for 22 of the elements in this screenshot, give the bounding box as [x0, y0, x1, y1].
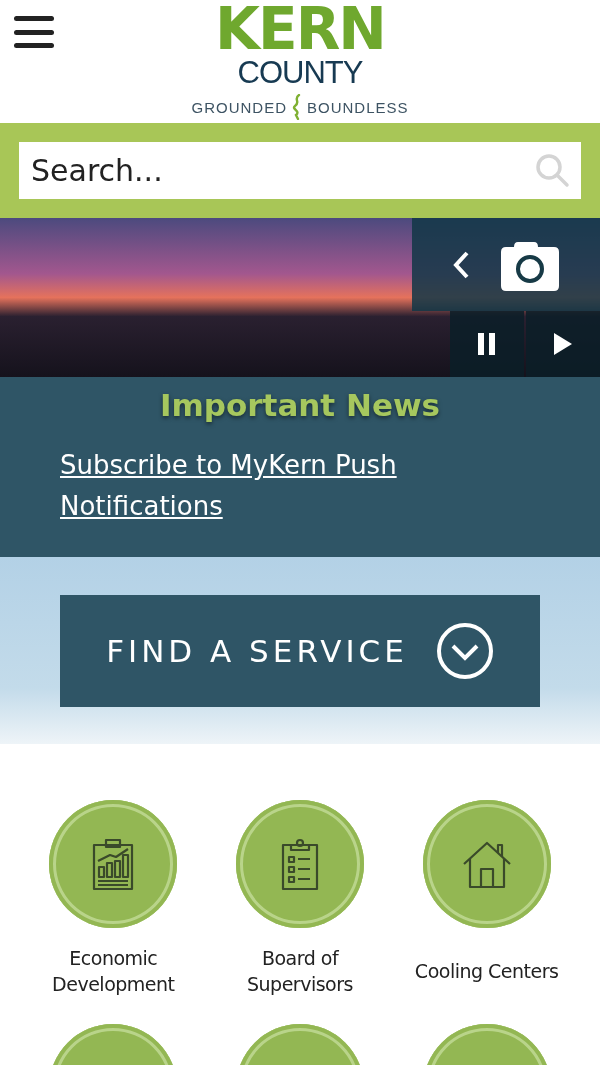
pause-button[interactable] [450, 311, 524, 377]
news-heading: Important News [159, 387, 441, 423]
menu-button[interactable] [14, 16, 56, 48]
service-tile[interactable]: Economic Development [20, 800, 207, 1006]
pause-icon [477, 333, 497, 355]
service-label: Cooling Centers [413, 959, 560, 984]
logo-tagline: GROUNDED [191, 98, 287, 116]
logo-subtitle: COUNTY [237, 58, 363, 88]
chevron-down-circle-icon [435, 621, 494, 680]
service-tile[interactable]: Board of Supervisors [206, 800, 394, 1006]
find-service-button[interactable]: FIND A SERVICE [60, 594, 540, 707]
logo-title: KERN [215, 0, 385, 58]
service-label: Economic Development [51, 946, 176, 997]
play-button[interactable] [526, 311, 600, 377]
service-tile[interactable]: Cooling Centers [393, 800, 580, 1006]
logo-tagline: BOUNDLESS [307, 98, 409, 116]
search-field[interactable]: Search... [19, 142, 581, 199]
news-link[interactable]: Subscribe to MyKern Push Notifications [60, 445, 480, 527]
chevron-left-icon[interactable] [452, 249, 470, 280]
play-icon [553, 332, 573, 356]
county-logo[interactable]: KERN COUNTY GROUNDED BOUNDLESS [191, 0, 409, 120]
service-label: Board of Supervisors [246, 946, 354, 997]
